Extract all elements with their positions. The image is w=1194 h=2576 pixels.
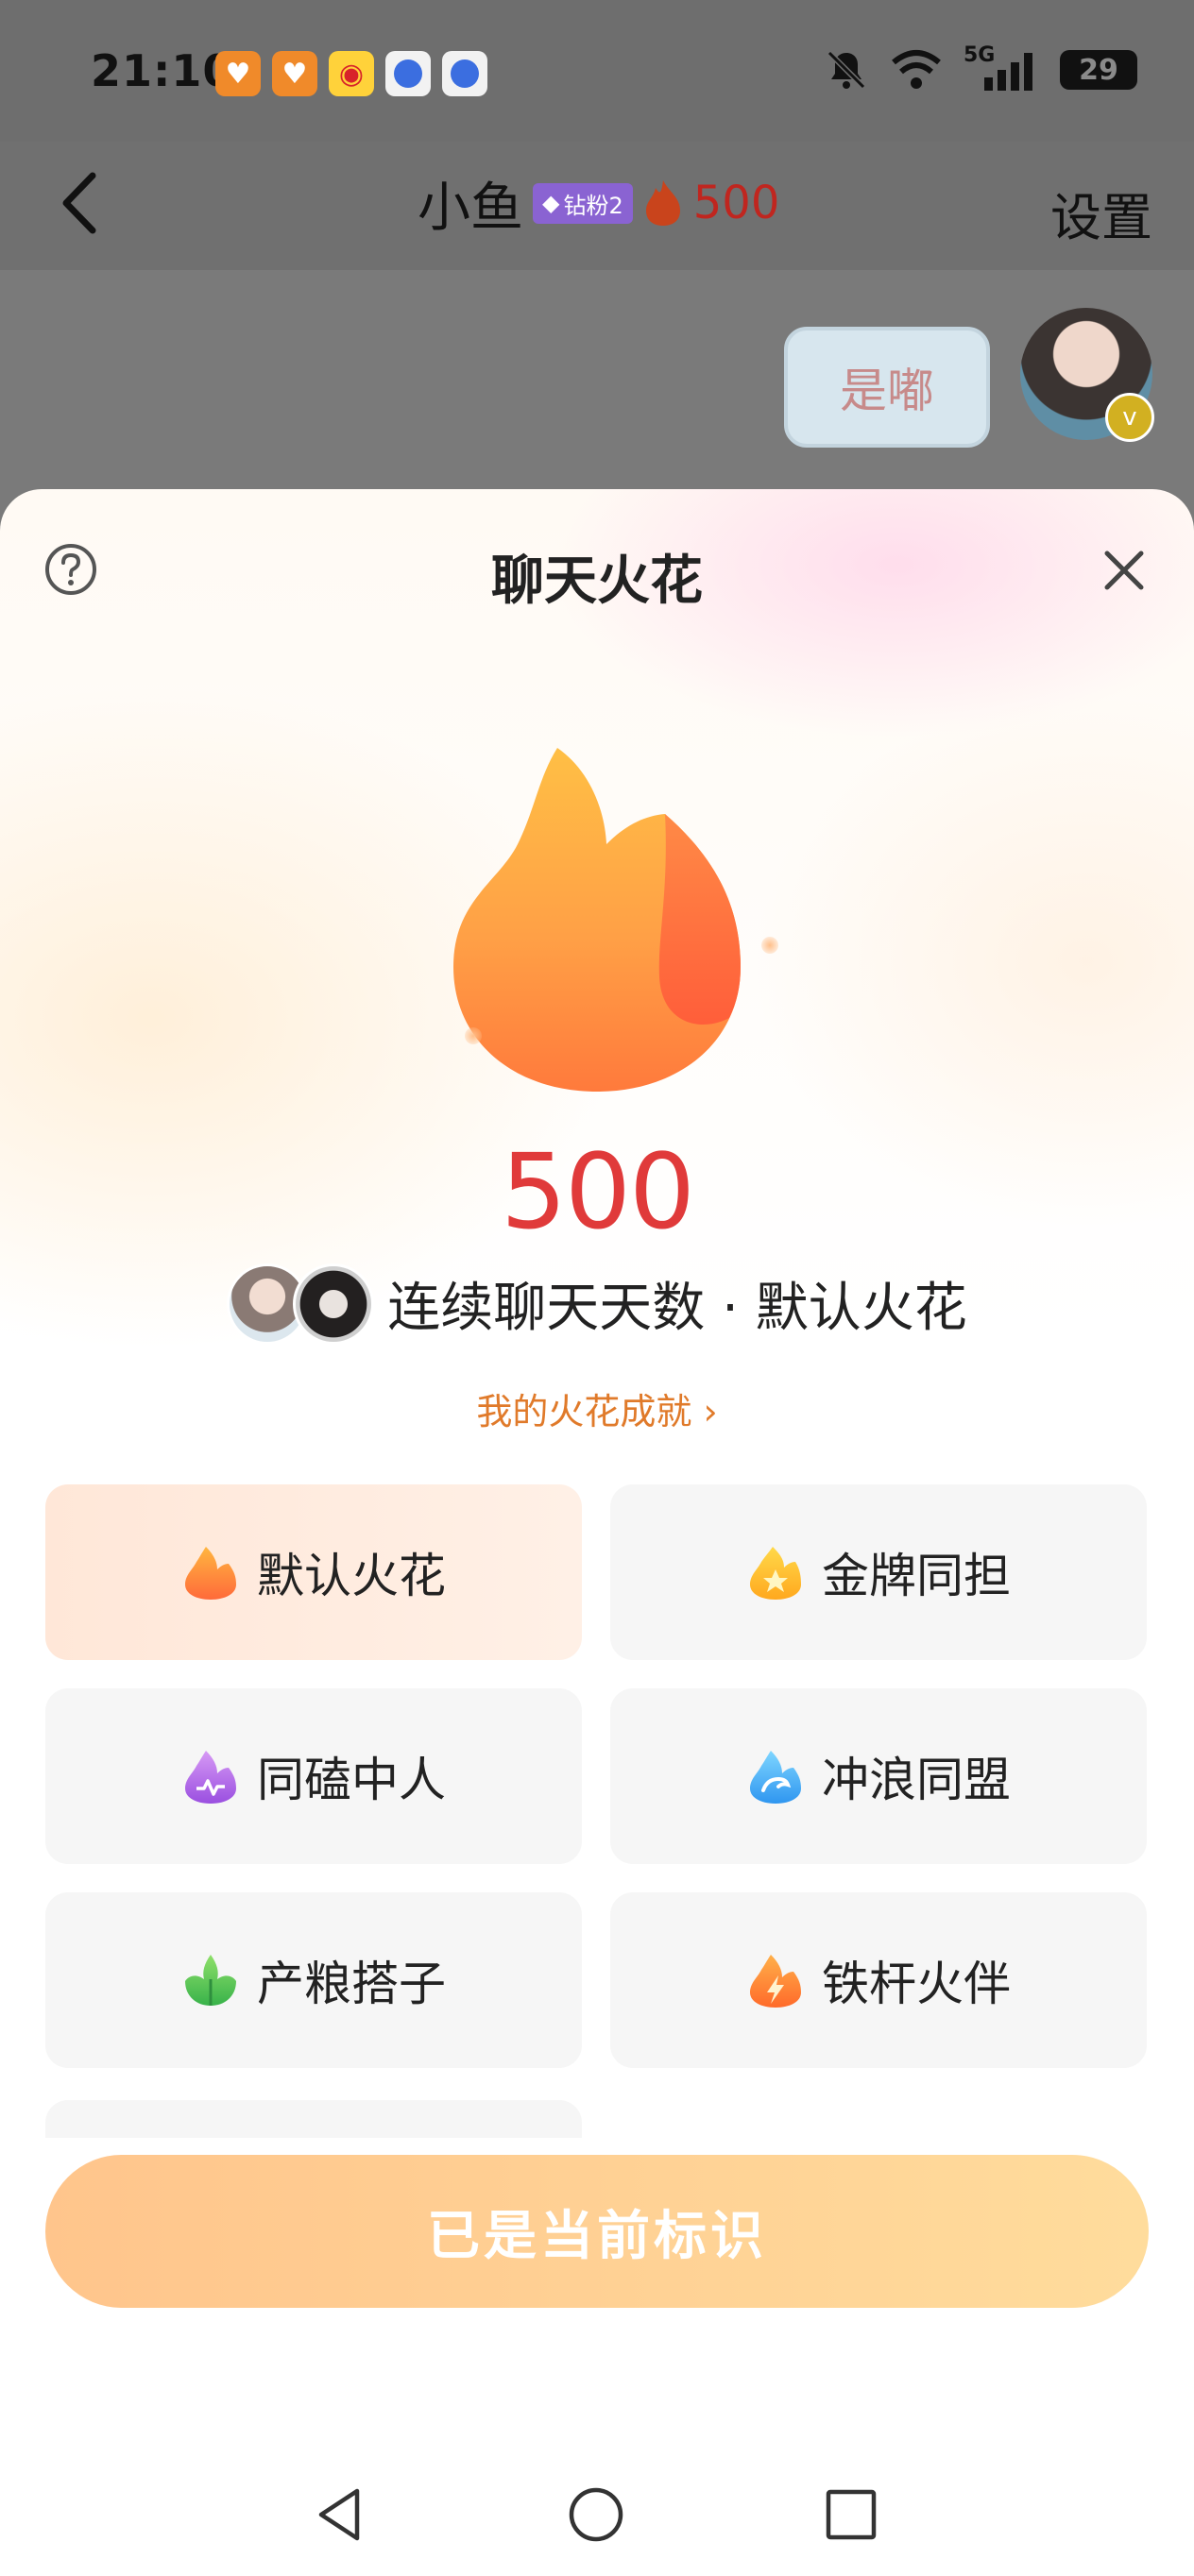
purple-flame-icon (185, 1751, 236, 1804)
streak-label: 连续聊天天数 · 默认火花 (387, 1277, 967, 1339)
wave-flame-icon (750, 1751, 801, 1804)
spark-option-lightning[interactable]: 铁杆火伴 (610, 1892, 1147, 2068)
pair-avatars (227, 1263, 375, 1345)
settings-button[interactable]: 设置 (1050, 176, 1152, 250)
set-current-button[interactable]: 已是当前标识 (45, 2155, 1149, 2308)
sparkle-dot (465, 1027, 482, 1044)
spark-option-label: 铁杆火伴 (822, 1957, 1011, 2011)
avatar (293, 1263, 375, 1345)
status-time: 21:10 (91, 45, 234, 96)
large-flame-icon (453, 748, 741, 1092)
spark-option-partial[interactable] (45, 2100, 582, 2138)
spark-option-label: 冲浪同盟 (822, 1753, 1011, 1807)
battery-level: 29 (1079, 53, 1118, 87)
sheet-title: 聊天火花 (491, 551, 703, 612)
close-icon[interactable] (1100, 546, 1149, 595)
fan-level-label: 钻粉2 (563, 192, 623, 219)
heart-app-icon: ♥ (215, 51, 261, 96)
spark-option-gold[interactable]: 金牌同担 (610, 1484, 1147, 1660)
spark-option-label: 产粮搭子 (257, 1957, 446, 2011)
diamond-icon: ◆ (542, 190, 560, 216)
achievements-link[interactable]: 我的火花成就 › (0, 1382, 1194, 1434)
cta-label: 已是当前标识 (427, 2205, 767, 2267)
mute-bell-icon (827, 50, 866, 90)
spark-option-label: 同磕中人 (257, 1753, 446, 1807)
spark-option-label: 默认火花 (257, 1549, 446, 1603)
contact-name: 小鱼 (418, 177, 523, 239)
network-type: 5G (964, 43, 996, 67)
heart-app-icon: ♥ (272, 51, 317, 96)
spark-option-default[interactable]: 默认火花 (45, 1484, 582, 1660)
verified-badge: v (1105, 393, 1154, 442)
browser-icon (385, 51, 431, 96)
nav-home-icon[interactable] (565, 2483, 627, 2546)
message-bubble[interactable]: 是嘟 (784, 327, 990, 448)
lightning-flame-icon (750, 1955, 801, 2008)
spark-option-leaf[interactable]: 产粮搭子 (45, 1892, 582, 2068)
gold-star-flame-icon (750, 1547, 801, 1600)
cellular-signal-icon: 5G (964, 43, 1039, 91)
browser-icon (442, 51, 487, 96)
chat-header: 小鱼 ◆ 钻粉2 500 设置 (0, 142, 1194, 270)
weibo-icon: ◉ (329, 51, 374, 96)
battery-icon: 29 (1060, 50, 1137, 90)
streak-row: 连续聊天天数 · 默认火花 (0, 1263, 1194, 1345)
system-nav-bar (0, 2455, 1194, 2559)
header-spark-count: 500 (692, 177, 780, 229)
spark-style-grid: 默认火花 金牌同担 同磕中人 冲浪同盟 产粮搭子 铁杆火伴 (45, 1484, 1149, 2068)
nav-back-icon[interactable] (310, 2483, 372, 2546)
flame-icon (185, 1547, 236, 1600)
spark-sheet: 聊天火花 500 连续聊天天数 · 默认火花 我的火花成就 › 默认火花 金牌同… (0, 489, 1194, 2576)
chat-title[interactable]: 小鱼 ◆ 钻粉2 500 (418, 170, 780, 239)
sparkle-dot (761, 937, 778, 954)
spark-option-wave[interactable]: 冲浪同盟 (610, 1688, 1147, 1864)
spark-option-purple[interactable]: 同磕中人 (45, 1688, 582, 1864)
spark-option-label: 金牌同担 (822, 1549, 1011, 1603)
flame-icon (645, 180, 680, 226)
spark-count: 500 (501, 1131, 695, 1252)
leaf-flame-icon (185, 1955, 236, 2006)
wifi-icon (892, 50, 941, 89)
nav-recents-icon[interactable] (820, 2483, 882, 2546)
fan-level-badge: ◆ 钻粉2 (533, 182, 633, 224)
back-icon[interactable] (38, 161, 123, 246)
status-bar: 21:10 ♥ ♥ ◉ 5G 29 (0, 0, 1194, 142)
